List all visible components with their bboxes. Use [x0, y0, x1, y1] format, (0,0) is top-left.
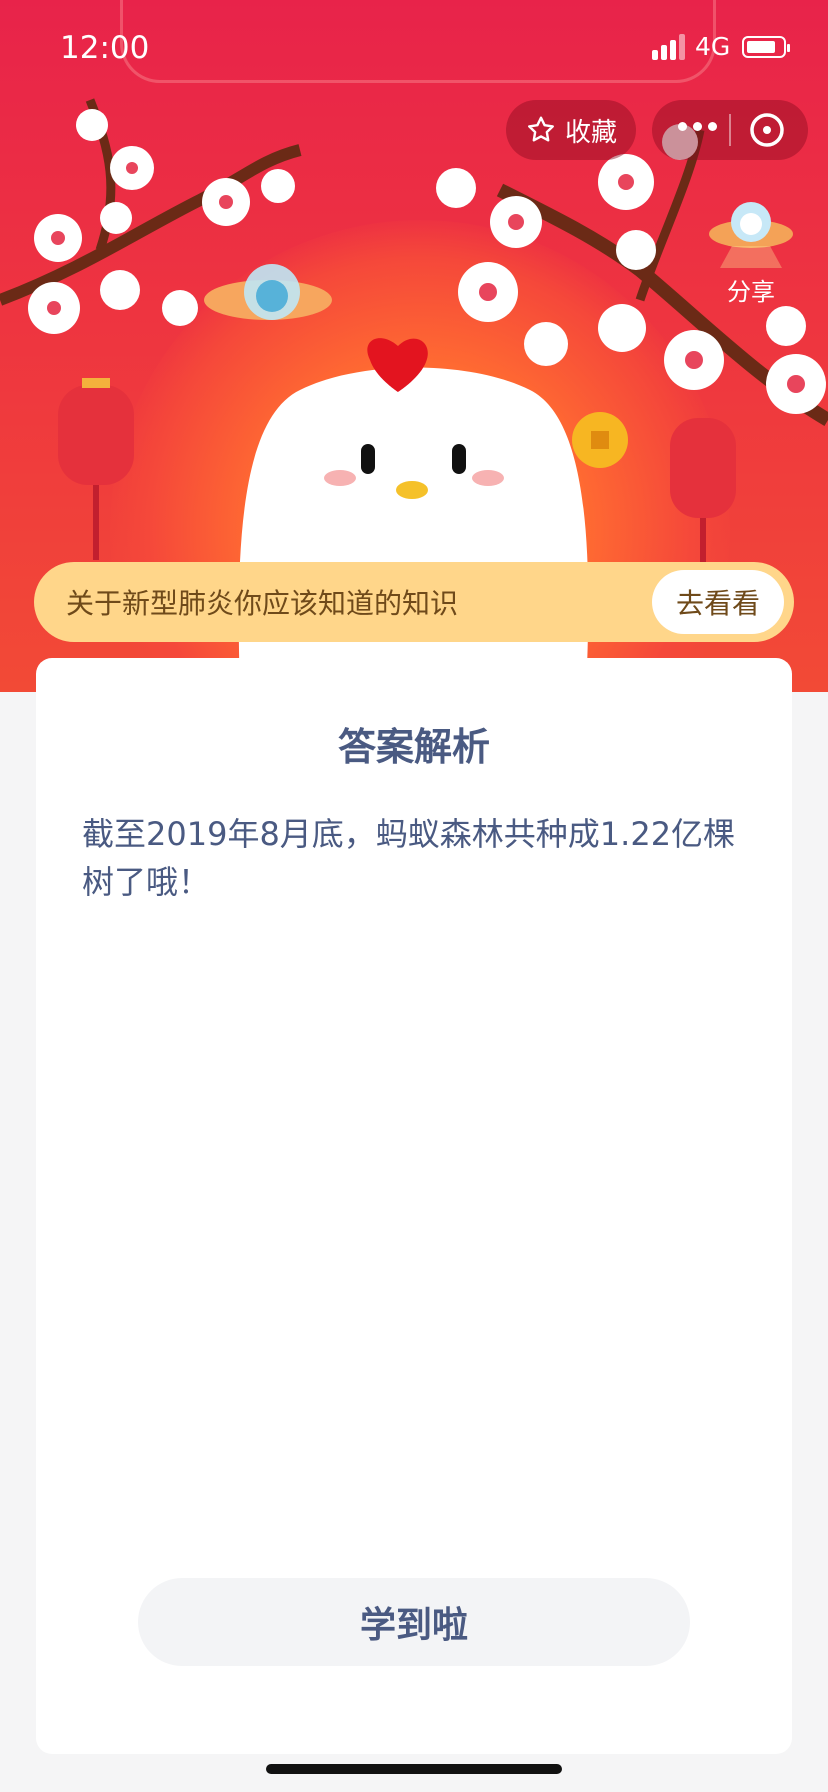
close-icon[interactable] [749, 112, 785, 148]
news-banner[interactable]: 关于新型肺炎你应该知道的知识 去看看 [34, 562, 794, 642]
favorite-button[interactable]: 收藏 [506, 100, 636, 160]
share-button[interactable]: 分享 [706, 196, 796, 306]
star-icon [528, 116, 554, 142]
home-indicator[interactable] [266, 1764, 562, 1774]
network-type: 4G [695, 32, 731, 61]
status-bar: 12:00 4G [0, 0, 828, 100]
status-time: 12:00 [60, 30, 150, 66]
battery-icon [742, 36, 790, 58]
ufo-share-icon [709, 202, 793, 268]
signal-icon [652, 34, 688, 60]
hero-banner: 12:00 4G 收藏 分享 关于新型肺炎你应该知道的知识 去看看 [0, 0, 828, 692]
favorite-label: 收藏 [564, 117, 617, 148]
capsule-divider [729, 114, 731, 146]
mini-program-capsule [652, 100, 808, 160]
card-title: 答案解析 [337, 725, 490, 769]
share-label: 分享 [727, 278, 775, 306]
banner-text: 关于新型肺炎你应该知道的知识 [66, 587, 459, 620]
answer-explanation: 截至2019年8月底，蚂蚁森林共种成1.22亿棵树了哦！ [82, 815, 736, 901]
more-icon[interactable] [678, 122, 717, 131]
go-see-button[interactable]: 去看看 [652, 570, 784, 634]
answer-card: 答案解析 截至2019年8月底，蚂蚁森林共种成1.22亿棵树了哦！ 学到啦 [36, 658, 792, 1754]
learned-button[interactable]: 学到啦 [138, 1578, 690, 1666]
